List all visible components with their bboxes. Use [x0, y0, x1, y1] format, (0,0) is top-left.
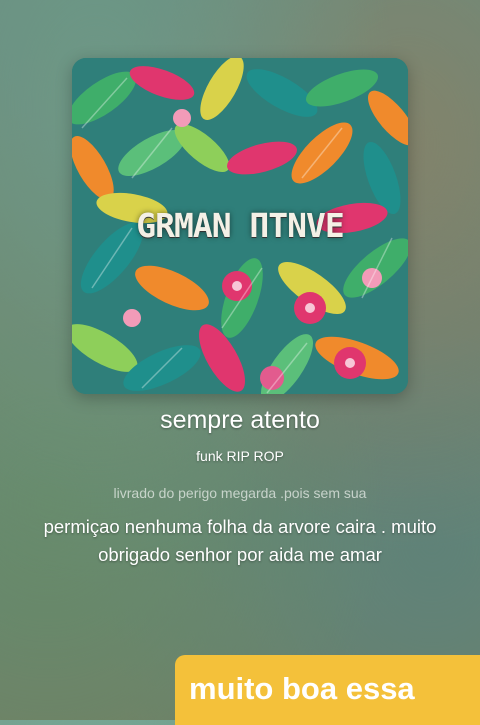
comment-sticker: muito boa essa — [175, 655, 480, 725]
album-cover[interactable]: GRMAN ΠTNVE — [72, 58, 408, 394]
track-title: sempre atento — [160, 406, 320, 434]
comment-text: muito boa essa — [189, 671, 415, 706]
track-artist[interactable]: funk RIP ROP — [0, 448, 480, 464]
lyric-line-previous: livrado do perigo megarda .pois sem sua — [113, 485, 367, 501]
album-cover-title: GRMAN ΠTNVE — [136, 206, 345, 245]
lyric-line-current: permiçao nenhuma folha da arvore caira .… — [43, 516, 437, 565]
